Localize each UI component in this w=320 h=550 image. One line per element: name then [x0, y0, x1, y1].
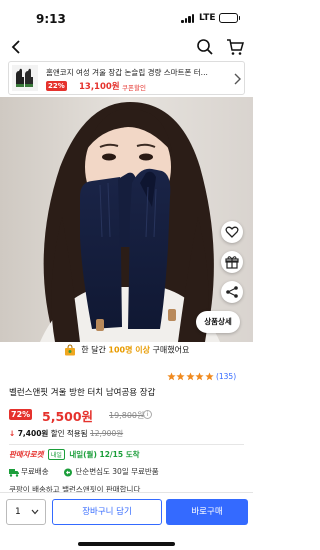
- network-label: LTE: [199, 13, 216, 23]
- return-icon: [64, 468, 73, 476]
- sale-price: 5,500원: [42, 409, 94, 424]
- down-arrow-icon: ↓: [9, 429, 16, 438]
- search-icon[interactable]: [196, 38, 214, 56]
- shipping-row: 무료배송 단순변심도 30일 무료반품: [9, 466, 159, 477]
- banner-title: 홈앤코지 여성 겨울 장갑 논슬립 경량 스마트폰 터...: [46, 68, 208, 77]
- recommended-product-banner[interactable]: 홈앤코지 여성 겨울 장갑 논슬립 경량 스마트폰 터... 22% 13,10…: [8, 61, 245, 95]
- chevron-right-icon: [234, 73, 241, 85]
- star-icon: [176, 372, 186, 381]
- chevron-down-icon: [31, 509, 39, 515]
- previous-price: 12,900원: [89, 429, 124, 438]
- product-name: 벨런스앤핏 겨울 방한 터치 남여공용 장갑: [9, 388, 156, 398]
- gift-button[interactable]: [221, 251, 243, 273]
- add-to-cart-button[interactable]: 장바구니 담기: [52, 499, 162, 525]
- star-icon: [195, 372, 204, 381]
- banner-coupon-label: 쿠폰할인: [122, 84, 146, 92]
- shopping-bag-icon: [64, 344, 75, 356]
- star-icon: [204, 372, 214, 381]
- delivery-eta: 내일(월) 12/15 도착: [69, 450, 140, 459]
- status-bar: 9:13 LTE: [0, 0, 253, 36]
- home-indicator: [78, 542, 175, 546]
- return-policy-label: 단순변심도 30일 무료반품: [75, 467, 159, 476]
- buy-now-button[interactable]: 바로구매: [166, 499, 248, 525]
- star-icon: [186, 372, 195, 381]
- gift-icon: [225, 256, 239, 269]
- discount-applied-row: ↓ 7,400원 할인 적용됨 12,900원: [9, 428, 123, 439]
- delivery-info: 판매자로켓 내일 내일(월) 12/15 도착: [9, 449, 140, 460]
- delivery-tag: 내일: [47, 449, 65, 460]
- rocket-logo: 판매자로켓: [9, 450, 44, 459]
- discount-applied-label: 할인 적용됨: [50, 429, 88, 438]
- top-nav: [0, 36, 253, 60]
- info-icon[interactable]: i: [143, 410, 152, 419]
- purchase-count: 한 달간 100명 이상 구매했어요: [0, 344, 253, 361]
- product-detail-button[interactable]: 상품상세: [196, 311, 240, 333]
- cart-icon[interactable]: [226, 38, 244, 56]
- product-image-carousel[interactable]: [0, 97, 253, 342]
- original-price: 19,800원: [109, 411, 145, 420]
- carousel-dots: [108, 332, 132, 347]
- chevron-left-icon[interactable]: [8, 38, 26, 56]
- rating[interactable]: (135): [167, 372, 247, 384]
- wishlist-button[interactable]: [221, 221, 243, 243]
- share-icon: [226, 286, 238, 298]
- heart-icon: [225, 226, 239, 238]
- review-count[interactable]: (135): [216, 372, 236, 381]
- quantity-value: 1: [15, 507, 21, 517]
- divider: [9, 444, 244, 445]
- discount-badge: 72%: [9, 409, 33, 420]
- purchase-count-prefix: 한 달간: [81, 345, 106, 355]
- star-icon: [167, 372, 176, 381]
- free-shipping-label: 무료배송: [21, 467, 49, 476]
- status-time: 9:13: [36, 12, 66, 26]
- purchase-count-suffix: 구매했어요: [152, 345, 190, 355]
- truck-icon: [9, 468, 19, 477]
- battery-icon: [219, 13, 240, 23]
- purchase-count-value: 100명 이상: [108, 345, 150, 355]
- product-photo: [0, 97, 253, 342]
- signal-icon: [181, 14, 195, 23]
- quantity-select[interactable]: 1: [6, 499, 46, 525]
- banner-price: 13,100원: [79, 82, 120, 92]
- share-button[interactable]: [221, 281, 243, 303]
- discounted-amount: 7,400원: [17, 429, 49, 438]
- banner-discount: 22%: [46, 81, 67, 91]
- banner-thumbnail: [12, 65, 38, 91]
